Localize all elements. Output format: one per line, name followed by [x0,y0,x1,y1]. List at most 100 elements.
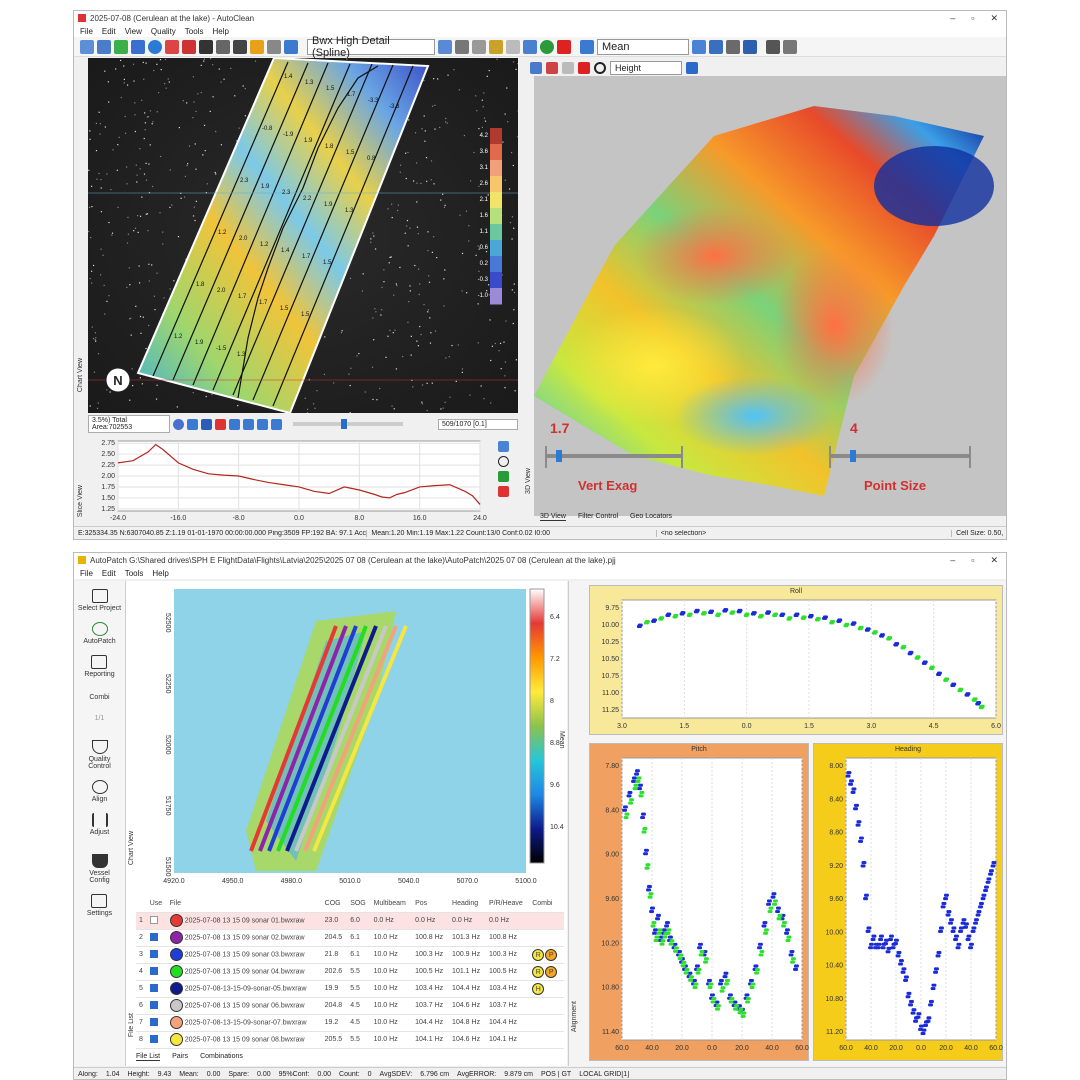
autopatch-button[interactable]: AutoPatch [83,622,116,645]
file-color-dot[interactable] [169,999,183,1012]
table-row[interactable]: 8 2025-07-08 13 15 09 sonar 08.bwxraw 205… [136,1031,564,1049]
column-header[interactable]: File [166,895,322,913]
menu-view[interactable]: View [125,27,142,36]
column-header[interactable]: SOG [347,895,371,913]
use-checkbox[interactable] [149,932,158,941]
column-header[interactable]: P/R/Heave [485,895,530,913]
open-icon[interactable] [80,39,94,54]
column-header[interactable]: Combi [529,895,564,913]
column-header[interactable]: Use [146,895,167,913]
use-checkbox[interactable] [149,915,158,924]
use-checkbox[interactable] [149,949,158,958]
tool-icon[interactable] [472,39,486,54]
column-header[interactable]: Pos [412,895,450,913]
roll-plot[interactable]: 3.0 1.5 0.0 1.5 3.0 4.5 6.0 9.75 10.00 10.25 10.50… [590,586,1004,736]
menu-help[interactable]: Help [212,27,228,36]
tab-pairs[interactable]: Pairs [172,1053,188,1061]
select-icon[interactable] [165,39,179,54]
table-row[interactable]: 3 2025-07-08 13 15 09 sonar 03.bwxraw 21.… [136,946,564,964]
point-size-thumb[interactable] [850,450,856,462]
undo-icon[interactable] [267,39,281,54]
autopatch-maximize-icon[interactable]: ▫ [971,555,974,566]
pin-icon[interactable] [199,39,213,54]
wand-icon[interactable] [489,39,503,54]
ap-menu-edit[interactable]: Edit [102,569,116,578]
grid-icon[interactable] [233,39,247,54]
add-icon[interactable] [114,39,128,54]
menu-file[interactable]: File [80,27,93,36]
combi-badge[interactable]: R [532,965,545,978]
stat-combo[interactable]: Mean [597,38,689,55]
table-row[interactable]: 7 2025-07-08-13-15-09-sonar-07.bwxraw 19.… [136,1014,564,1032]
reject-icon[interactable] [498,486,509,497]
use-checkbox[interactable] [149,1017,158,1026]
zoom-icon[interactable] [709,39,723,54]
column-header[interactable]: Multibeam [370,895,413,913]
measure-icon[interactable] [726,39,740,54]
combi-badge[interactable]: P [545,965,558,978]
use-checkbox[interactable] [149,966,158,975]
autopatch-close-icon[interactable]: ✕ [990,555,998,566]
chart-icon[interactable] [546,62,558,74]
combi-badge[interactable]: H [532,982,545,995]
column-header[interactable] [136,895,147,913]
vessel-config-button[interactable]: Vessel Config [80,854,120,884]
maximize-icon[interactable]: ▫ [971,13,974,24]
expand-icon[interactable] [201,418,212,430]
file-color-dot[interactable] [169,982,183,995]
use-cell[interactable] [146,997,167,1015]
file-color-dot[interactable] [169,931,183,944]
clear-icon[interactable] [578,62,590,74]
use-checkbox[interactable] [149,983,158,992]
file-color-dot[interactable] [169,965,183,978]
combi-badge[interactable]: P [545,948,558,961]
surface-3d[interactable]: 1.7 Vert Exag 4 Point Size [534,76,1006,516]
menu-edit[interactable]: Edit [102,27,116,36]
combi-stepper[interactable]: 1/1 [95,715,105,722]
tab-3d-view[interactable]: 3D View [540,513,566,521]
use-cell[interactable] [146,946,167,964]
lasso3d-icon[interactable] [594,62,606,74]
file-color-dot[interactable] [169,914,183,927]
ping-slider-thumb[interactable] [341,419,347,429]
redo-icon[interactable] [284,39,298,54]
table-row[interactable]: 2 2025-07-08 13 15 09 sonar 02.bwxraw 204… [136,929,564,947]
crop-icon[interactable] [216,39,230,54]
reporting-button[interactable]: Reporting [84,655,115,678]
tab-file-list[interactable]: File List [136,1053,161,1061]
table-row[interactable]: 4 2025-07-08 13 15 09 sonar 04.bwxraw 202… [136,963,564,981]
autopatch-minimize-icon[interactable]: – [950,555,955,566]
arrow-up2-icon[interactable] [271,418,282,430]
table-row[interactable]: 1 2025-07-08 13 15 09 sonar 01.bwxraw 23.… [136,912,564,930]
vert-exag-thumb[interactable] [556,450,562,462]
sync-icon[interactable] [692,39,706,54]
use-cell[interactable] [146,980,167,998]
heading-plot[interactable]: 60.0 40.0 20.0 0.0 20.0 40.0 60.0 8.00 8.40 8.80 9… [814,744,1004,1062]
use-cell[interactable] [146,963,167,981]
tab-geo-locators[interactable]: Geo Locators [630,513,672,521]
light-icon[interactable] [562,62,574,74]
ap-menu-tools[interactable]: Tools [125,569,144,578]
file-color-dot[interactable] [169,1016,183,1029]
minimize-icon[interactable]: – [950,13,955,24]
ap-menu-help[interactable]: Help [152,569,168,578]
use-checkbox[interactable] [149,1034,158,1043]
link-icon[interactable] [783,39,797,54]
reset-view-icon[interactable] [530,62,542,74]
globe-icon[interactable] [148,39,162,54]
settings-button[interactable]: Settings [87,894,112,917]
ap-menu-file[interactable]: File [80,569,93,578]
fit-icon[interactable] [187,418,198,430]
height-combo[interactable]: Height [610,61,682,75]
align-button[interactable]: Align [91,780,108,803]
file-color-dot[interactable] [169,948,183,961]
clean-icon[interactable] [506,39,520,54]
column-header[interactable]: Heading [449,895,486,913]
histogram-icon[interactable] [250,39,264,54]
adjust-button[interactable]: Adjust [90,813,109,836]
delete-icon[interactable] [557,39,571,54]
column-header[interactable]: COG [321,895,348,913]
use-cell[interactable] [146,912,167,930]
select-project-button[interactable]: Select Project [78,589,121,612]
search-icon[interactable] [743,39,757,54]
